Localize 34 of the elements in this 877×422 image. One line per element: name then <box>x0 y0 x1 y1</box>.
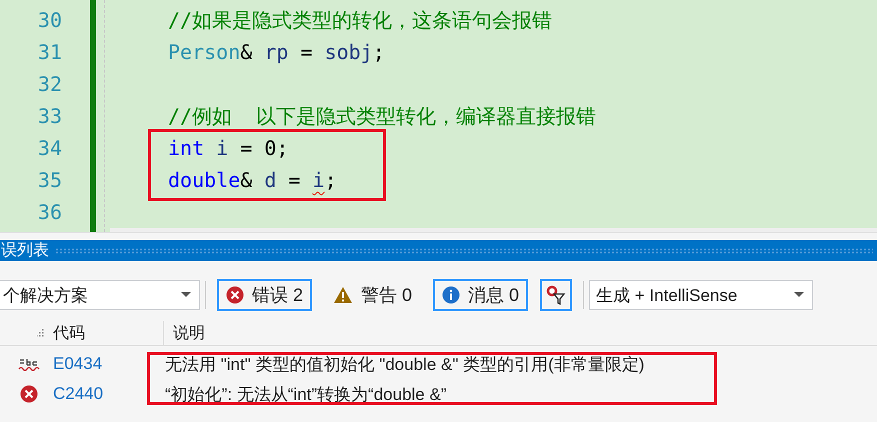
column-header[interactable]: 代码 <box>53 322 85 344</box>
error-code-link[interactable]: E0434 <box>53 354 102 373</box>
line-number: 30 <box>36 8 62 32</box>
code-line: //如果是隐式类型的转化，这条语句会报错 <box>168 6 552 34</box>
filter-icon <box>546 285 566 305</box>
code-line: int i = 0; <box>168 136 288 160</box>
dropdown[interactable]: 生成 + IntelliSense <box>589 280 814 310</box>
error-description: “初始化”: 无法从“int”转换为“double &” <box>165 384 446 406</box>
error-icon <box>20 385 38 403</box>
error-code-link[interactable]: C2440 <box>53 384 104 403</box>
info-icon <box>442 286 460 304</box>
line-number: 34 <box>36 136 62 160</box>
filter-toggle[interactable]: 消息 0 <box>433 279 528 311</box>
grip-icon[interactable] <box>37 329 45 337</box>
dropdown[interactable]: 个解决方案 <box>0 280 200 310</box>
filter-toggle[interactable]: 警告 0 <box>324 279 422 311</box>
line-number: 32 <box>36 72 62 96</box>
line-number: 36 <box>36 200 62 224</box>
warning-icon <box>333 286 354 304</box>
panel-title: 误列表 <box>0 240 50 261</box>
squiggle-abc-icon <box>18 357 40 371</box>
line-number: 35 <box>36 168 62 192</box>
filter-toggle[interactable]: 错误 2 <box>217 279 312 311</box>
code-line: double& d = i; <box>168 168 337 192</box>
line-number: 33 <box>36 104 62 128</box>
column-header[interactable]: 说明 <box>173 324 205 342</box>
caret-icon <box>794 292 804 298</box>
filter-button[interactable] <box>540 279 572 311</box>
code-line: Person& rp = sobj; <box>168 40 385 64</box>
code-line: //例如 以下是隐式类型转化，编译器直接报错 <box>168 102 596 130</box>
line-number: 31 <box>36 40 62 64</box>
caret-icon <box>181 292 191 298</box>
error-icon <box>226 286 244 304</box>
error-description: 无法用 "int" 类型的值初始化 "double &" 类型的引用(非常量限定) <box>165 354 644 376</box>
